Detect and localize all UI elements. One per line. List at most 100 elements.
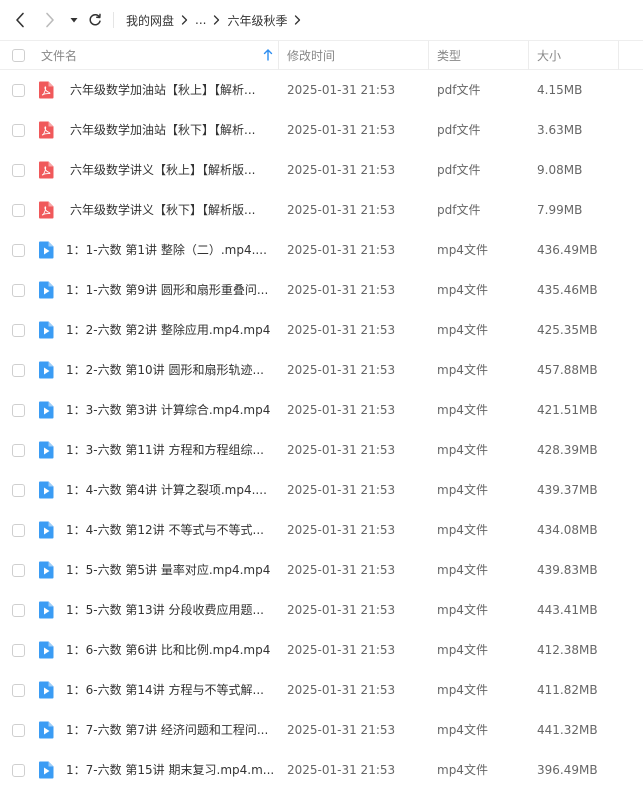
file-name[interactable]: 1：2-六数 第10讲 圆形和扇形轨迹... <box>66 350 264 390</box>
file-name[interactable]: 1：6-六数 第14讲 方程与不等式解... <box>66 670 264 710</box>
forward-button[interactable] <box>40 10 60 30</box>
row-checkbox[interactable] <box>12 764 25 777</box>
column-divider[interactable] <box>528 41 529 70</box>
file-name[interactable]: 1：5-六数 第13讲 分段收费应用题... <box>66 590 264 630</box>
chevron-left-icon <box>16 12 24 28</box>
file-modified-time: 2025-01-31 21:53 <box>287 683 396 697</box>
file-modified-time: 2025-01-31 21:53 <box>287 763 396 777</box>
row-checkbox[interactable] <box>12 564 25 577</box>
row-checkbox[interactable] <box>12 204 25 217</box>
file-type: mp4文件 <box>437 323 488 337</box>
file-name[interactable]: 1：7-六数 第7讲 经济问题和工程问... <box>66 710 268 750</box>
row-checkbox[interactable] <box>12 684 25 697</box>
file-name[interactable]: 1：2-六数 第2讲 整除应用.mp4.mp4 <box>66 310 270 350</box>
file-name[interactable]: 1：6-六数 第6讲 比和比例.mp4.mp4 <box>66 630 270 670</box>
file-type: mp4文件 <box>437 603 488 617</box>
file-size: 7.99MB <box>537 203 583 217</box>
file-row[interactable]: 1：1-六数 第1讲 整除（二）.mp4.... 2025-01-31 21:5… <box>0 230 643 270</box>
row-checkbox[interactable] <box>12 404 25 417</box>
file-type: pdf文件 <box>437 203 481 217</box>
row-checkbox[interactable] <box>12 244 25 257</box>
row-checkbox[interactable] <box>12 284 25 297</box>
file-name[interactable]: 1：1-六数 第1讲 整除（二）.mp4.... <box>66 230 267 270</box>
column-divider[interactable] <box>618 41 619 70</box>
row-checkbox[interactable] <box>12 124 25 137</box>
file-name[interactable]: 六年级数学加油站【秋上】【解析... <box>70 70 255 110</box>
file-row[interactable]: 1：6-六数 第6讲 比和比例.mp4.mp4 2025-01-31 21:53… <box>0 630 643 670</box>
file-row[interactable]: 六年级数学讲义【秋上】【解析版... 2025-01-31 21:53 pdf文… <box>0 150 643 190</box>
row-checkbox[interactable] <box>12 364 25 377</box>
select-all-checkbox[interactable] <box>12 49 25 62</box>
file-size: 428.39MB <box>537 443 598 457</box>
file-row[interactable]: 1：2-六数 第2讲 整除应用.mp4.mp4 2025-01-31 21:53… <box>0 310 643 350</box>
video-file-icon <box>39 361 54 379</box>
file-row[interactable]: 1：7-六数 第15讲 期末复习.mp4.m... 2025-01-31 21:… <box>0 750 643 790</box>
file-row[interactable]: 1：7-六数 第7讲 经济问题和工程问... 2025-01-31 21:53 … <box>0 710 643 750</box>
video-file-icon <box>39 721 54 739</box>
file-row[interactable]: 1：1-六数 第9讲 圆形和扇形重叠问... 2025-01-31 21:53 … <box>0 270 643 310</box>
history-dropdown-button[interactable] <box>64 10 84 30</box>
row-checkbox[interactable] <box>12 724 25 737</box>
video-file-icon <box>39 441 54 459</box>
file-name[interactable]: 1：5-六数 第5讲 量率对应.mp4.mp4 <box>66 550 270 590</box>
breadcrumb-separator-icon <box>213 15 220 25</box>
file-size: 441.32MB <box>537 723 598 737</box>
row-checkbox[interactable] <box>12 484 25 497</box>
file-name[interactable]: 1：1-六数 第9讲 圆形和扇形重叠问... <box>66 270 268 310</box>
video-file-icon <box>39 761 54 779</box>
column-header-size[interactable]: 大小 <box>537 41 561 70</box>
row-checkbox[interactable] <box>12 444 25 457</box>
file-list-header: 文件名 修改时间 类型 大小 <box>0 40 643 70</box>
file-type: mp4文件 <box>437 243 488 257</box>
file-row[interactable]: 1：4-六数 第4讲 计算之裂项.mp4.... 2025-01-31 21:5… <box>0 470 643 510</box>
row-checkbox[interactable] <box>12 164 25 177</box>
file-modified-time: 2025-01-31 21:53 <box>287 323 396 337</box>
column-divider[interactable] <box>428 41 429 70</box>
file-row[interactable]: 1：5-六数 第13讲 分段收费应用题... 2025-01-31 21:53 … <box>0 590 643 630</box>
file-row[interactable]: 1：3-六数 第11讲 方程和方程组综... 2025-01-31 21:53 … <box>0 430 643 470</box>
pdf-file-icon <box>39 81 54 99</box>
column-header-modified[interactable]: 修改时间 <box>287 41 335 70</box>
file-name[interactable]: 1：3-六数 第3讲 计算综合.mp4.mp4 <box>66 390 270 430</box>
refresh-button[interactable] <box>85 10 105 30</box>
file-row[interactable]: 1：2-六数 第10讲 圆形和扇形轨迹... 2025-01-31 21:53 … <box>0 350 643 390</box>
file-size: 9.08MB <box>537 163 583 177</box>
file-type: mp4文件 <box>437 483 488 497</box>
file-modified-time: 2025-01-31 21:53 <box>287 203 396 217</box>
file-row[interactable]: 六年级数学加油站【秋下】【解析... 2025-01-31 21:53 pdf文… <box>0 110 643 150</box>
row-checkbox[interactable] <box>12 84 25 97</box>
video-file-icon <box>39 401 54 419</box>
file-row[interactable]: 六年级数学讲义【秋下】【解析版... 2025-01-31 21:53 pdf文… <box>0 190 643 230</box>
file-row[interactable]: 六年级数学加油站【秋上】【解析... 2025-01-31 21:53 pdf文… <box>0 70 643 110</box>
file-name[interactable]: 六年级数学讲义【秋上】【解析版... <box>70 150 255 190</box>
pdf-file-icon <box>39 161 54 179</box>
file-name[interactable]: 1：3-六数 第11讲 方程和方程组综... <box>66 430 264 470</box>
column-header-name[interactable]: 文件名 <box>41 41 77 70</box>
column-divider[interactable] <box>278 41 279 70</box>
file-size: 439.37MB <box>537 483 598 497</box>
file-name[interactable]: 1：4-六数 第4讲 计算之裂项.mp4.... <box>66 470 267 510</box>
file-name[interactable]: 1：4-六数 第12讲 不等式与不等式... <box>66 510 264 550</box>
file-name[interactable]: 1：7-六数 第15讲 期末复习.mp4.m... <box>66 750 274 790</box>
row-checkbox[interactable] <box>12 324 25 337</box>
breadcrumb-item-ellipsis[interactable]: ... <box>195 13 206 27</box>
back-button[interactable] <box>10 10 30 30</box>
file-size: 396.49MB <box>537 763 598 777</box>
row-checkbox[interactable] <box>12 524 25 537</box>
file-type: mp4文件 <box>437 643 488 657</box>
sort-up-arrow-icon[interactable] <box>263 49 273 61</box>
file-row[interactable]: 1：4-六数 第12讲 不等式与不等式... 2025-01-31 21:53 … <box>0 510 643 550</box>
column-header-type[interactable]: 类型 <box>437 41 461 70</box>
file-type: pdf文件 <box>437 123 481 137</box>
row-checkbox[interactable] <box>12 604 25 617</box>
file-row[interactable]: 1：5-六数 第5讲 量率对应.mp4.mp4 2025-01-31 21:53… <box>0 550 643 590</box>
file-name[interactable]: 六年级数学加油站【秋下】【解析... <box>70 110 255 150</box>
breadcrumb-item-root[interactable]: 我的网盘 <box>126 12 174 29</box>
file-modified-time: 2025-01-31 21:53 <box>287 243 396 257</box>
pdf-file-icon <box>39 121 54 139</box>
row-checkbox[interactable] <box>12 644 25 657</box>
file-row[interactable]: 1：6-六数 第14讲 方程与不等式解... 2025-01-31 21:53 … <box>0 670 643 710</box>
file-row[interactable]: 1：3-六数 第3讲 计算综合.mp4.mp4 2025-01-31 21:53… <box>0 390 643 430</box>
file-name[interactable]: 六年级数学讲义【秋下】【解析版... <box>70 190 255 230</box>
file-modified-time: 2025-01-31 21:53 <box>287 483 396 497</box>
